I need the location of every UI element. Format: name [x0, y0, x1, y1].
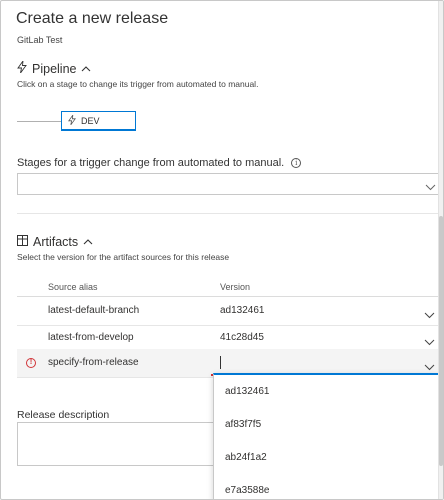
version-cell: ad132461: [220, 305, 265, 316]
trigger-change-label-row: Stages for a trigger change from automat…: [17, 157, 302, 169]
artifacts-hint: Select the version for the artifact sour…: [17, 252, 230, 262]
text-cursor: [220, 356, 221, 369]
version-option[interactable]: af83f7f5: [214, 408, 438, 441]
column-header-source-alias: Source alias: [48, 282, 98, 292]
source-alias-cell: latest-from-develop: [48, 332, 134, 343]
stage-connector-line: [17, 121, 61, 122]
version-cell: 41c28d45: [220, 332, 264, 343]
stage-dev[interactable]: DEV: [61, 111, 136, 131]
pipeline-hint: Click on a stage to change its trigger f…: [17, 79, 259, 89]
trigger-change-label: Stages for a trigger change from automat…: [17, 157, 285, 169]
lightning-icon: [17, 59, 27, 76]
column-header-version: Version: [220, 282, 251, 292]
version-option[interactable]: e7a3588e: [214, 474, 438, 499]
create-release-panel: Create a new release GitLab Test Pipelin…: [0, 0, 444, 500]
release-description-label: Release description: [17, 409, 110, 421]
section-divider: [17, 213, 443, 214]
error-icon: !: [26, 358, 36, 368]
source-alias-cell: specify-from-release: [48, 357, 139, 368]
scrollbar-thumb[interactable]: [439, 216, 443, 466]
lightning-icon: [68, 113, 76, 127]
artifacts-heading: Artifacts: [33, 235, 79, 249]
pipeline-section-header[interactable]: Pipeline: [17, 59, 91, 76]
artifacts-section-header[interactable]: Artifacts: [17, 235, 93, 249]
dialog-subtitle: GitLab Test: [17, 35, 63, 45]
chevron-up-icon[interactable]: [81, 64, 91, 74]
stage-dev-label: DEV: [81, 115, 100, 126]
dialog-title: Create a new release: [16, 10, 169, 27]
trigger-change-dropdown[interactable]: [17, 173, 443, 196]
package-icon: [17, 235, 28, 249]
table-row[interactable]: latest-default-branch ad132461: [17, 297, 443, 326]
version-option[interactable]: ad132461: [214, 375, 438, 408]
version-dropdown-menu: ad132461 af83f7f5 ab24f1a2 e7a3588e: [213, 373, 439, 499]
source-alias-cell: latest-default-branch: [48, 305, 140, 316]
pipeline-heading: Pipeline: [32, 61, 77, 76]
chevron-up-icon[interactable]: [83, 237, 93, 247]
chevron-down-icon[interactable]: [425, 178, 436, 196]
info-icon[interactable]: i: [291, 158, 302, 168]
chevron-down-icon[interactable]: [424, 306, 435, 324]
version-option[interactable]: ab24f1a2: [214, 441, 438, 474]
